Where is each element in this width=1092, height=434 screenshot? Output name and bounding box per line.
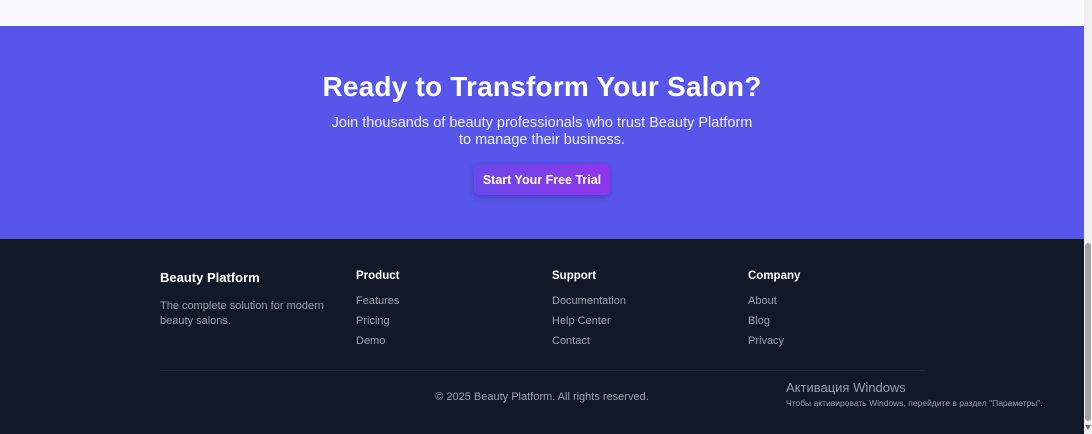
footer-column-product: Product Features Pricing Demo bbox=[356, 270, 399, 354]
scroll-down-arrow-icon[interactable] bbox=[1085, 425, 1091, 430]
footer-link-privacy[interactable]: Privacy bbox=[748, 334, 800, 354]
cta-title: Ready to Transform Your Salon? bbox=[322, 71, 762, 102]
footer-brand-description: The complete solution for modern beauty … bbox=[160, 300, 324, 327]
footer-brand: Beauty Platform The complete solution fo… bbox=[160, 270, 330, 329]
cta-section: Ready to Transform Your Salon? Join thou… bbox=[0, 26, 1084, 239]
cta-subtitle: Join thousands of beauty professionals w… bbox=[331, 115, 753, 148]
start-free-trial-button[interactable]: Start Your Free Trial bbox=[474, 164, 610, 195]
footer-brand-name: Beauty Platform bbox=[160, 270, 260, 285]
footer-column-support: Support Documentation Help Center Contac… bbox=[552, 270, 626, 354]
windows-activation-subtitle: Чтобы активировать Windows, перейдите в … bbox=[786, 398, 1043, 408]
scrollbar-thumb[interactable] bbox=[1085, 243, 1091, 421]
footer-link-demo[interactable]: Demo bbox=[356, 334, 399, 354]
footer-link-help-center[interactable]: Help Center bbox=[552, 314, 626, 334]
windows-activation-watermark: Активация Windows Чтобы активировать Win… bbox=[786, 380, 1043, 408]
footer-link-pricing[interactable]: Pricing bbox=[356, 314, 399, 334]
footer-link-documentation[interactable]: Documentation bbox=[552, 294, 626, 314]
footer-column-title: Product bbox=[356, 270, 400, 282]
previous-section-edge bbox=[0, 0, 1084, 26]
footer-link-about[interactable]: About bbox=[748, 294, 800, 314]
footer-column-title: Support bbox=[552, 270, 597, 282]
windows-activation-title: Активация Windows bbox=[786, 380, 906, 395]
footer-divider bbox=[160, 370, 925, 371]
footer-link-blog[interactable]: Blog bbox=[748, 314, 800, 334]
footer-link-contact[interactable]: Contact bbox=[552, 334, 626, 354]
page-scrollbar[interactable] bbox=[1084, 0, 1092, 434]
footer-link-features[interactable]: Features bbox=[356, 294, 399, 314]
footer-column-title: Company bbox=[748, 270, 801, 282]
footer-column-company: Company About Blog Privacy bbox=[748, 270, 800, 354]
